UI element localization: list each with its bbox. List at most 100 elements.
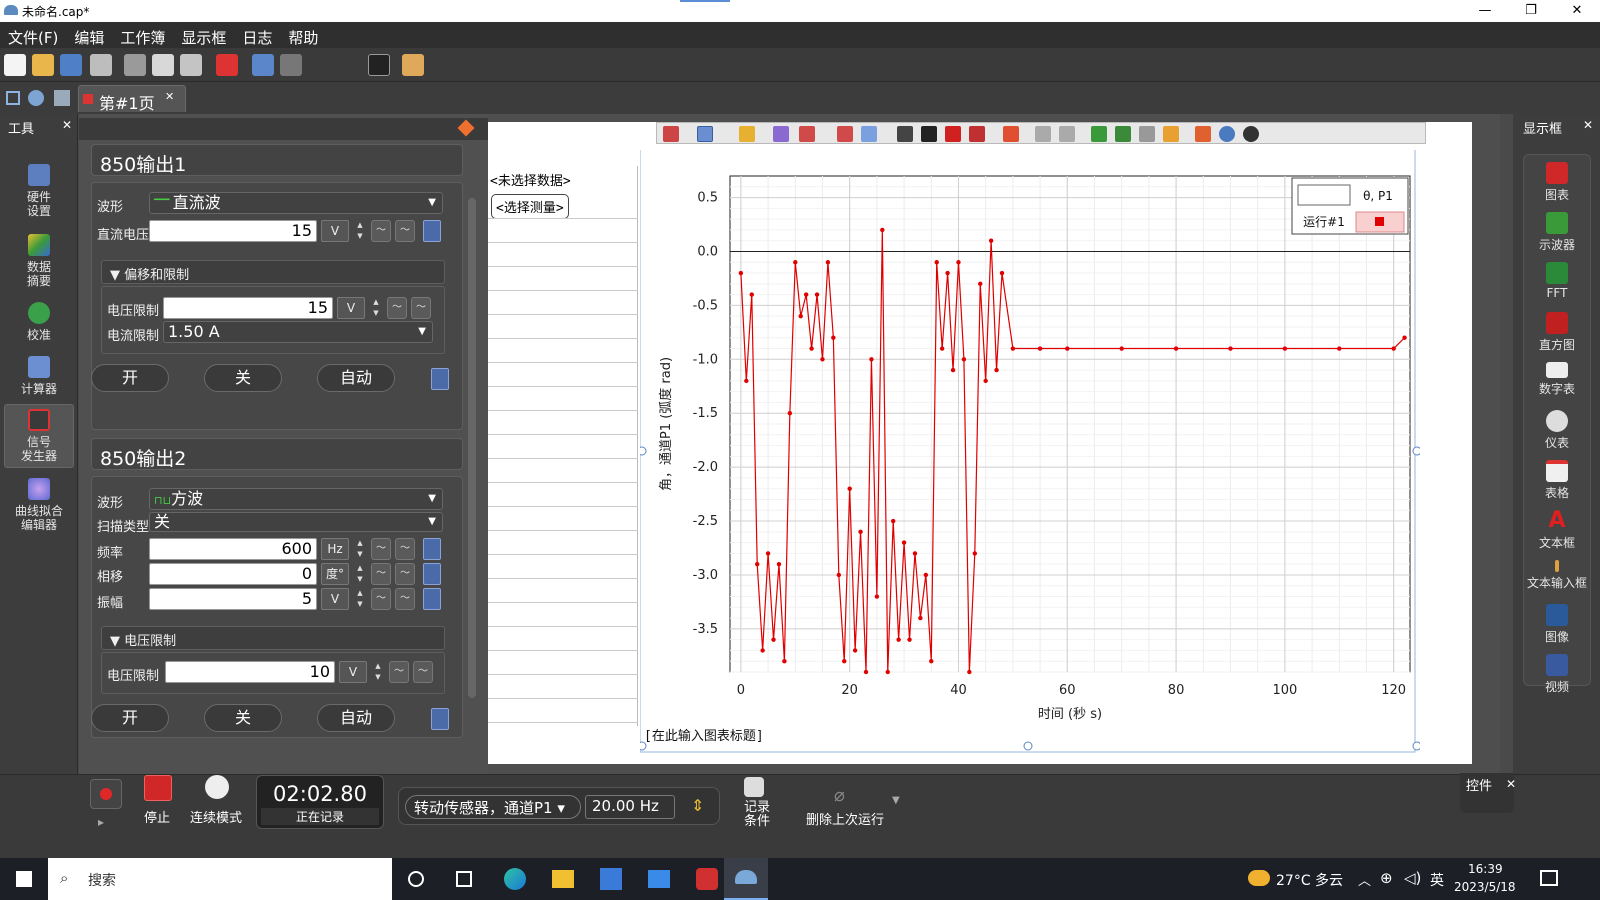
sum-icon[interactable] [799,126,815,142]
grid-icon[interactable] [54,90,70,106]
displays-close-icon[interactable]: ✕ [1583,118,1593,132]
delete-icon[interactable] [216,54,238,76]
area-icon[interactable] [837,126,853,142]
pin-icon[interactable] [457,119,475,137]
tangent-icon[interactable] [921,126,937,142]
tab-close-icon[interactable]: ✕ [165,90,174,103]
widgets-icon[interactable] [456,871,472,887]
output2-freq-dec-button[interactable]: 〜 [371,538,391,560]
output2-freq-inc-button[interactable]: 〜 [395,538,415,560]
minimize-button[interactable]: — [1462,0,1508,22]
window-icon[interactable] [6,91,20,105]
output2-freq-calc-icon[interactable] [423,538,441,560]
open-folder-icon[interactable] [32,54,54,76]
output2-vlimit-input[interactable]: 10 [165,661,335,683]
print-icon[interactable] [90,54,112,76]
start-windows-icon[interactable] [16,871,32,887]
close-window-button[interactable]: ✕ [1554,0,1600,22]
taskbar-search-box[interactable]: ⌕ 搜索 [48,858,392,900]
output2-amp-input[interactable]: 5 [149,588,317,610]
weather-text[interactable]: 27°C 多云 [1276,870,1343,890]
output2-amp-dec-button[interactable]: 〜 [371,588,391,610]
settings-gear-icon[interactable] [28,90,44,106]
display-video[interactable]: 视频 [1515,654,1599,695]
output2-phase-dec-button[interactable]: 〜 [371,563,391,585]
maximize-button[interactable]: ❐ [1508,0,1554,22]
tool-calculator[interactable]: 计算器 [4,356,74,396]
output2-amp-spinner[interactable]: ▲ ▼ [353,588,367,610]
store-icon[interactable] [600,868,622,890]
output1-waveform-select[interactable]: ▔▔ 直流波 ▼ [149,192,443,214]
output1-vlimit-inc-button[interactable]: 〜 [411,297,431,319]
scale-icon[interactable] [663,126,679,142]
mail-icon[interactable] [648,870,670,888]
sensor-select[interactable]: 转动传感器，通道P1 ▾ [405,795,581,819]
menu-workbook[interactable]: 工作簿 [112,22,173,48]
menu-file[interactable]: 文件(F) [0,22,66,48]
tool-curve-fit-editor[interactable]: 曲线拟合 编辑器 [4,478,74,532]
output1-dc-dec-button[interactable]: 〜 [371,220,391,242]
app-pin-icon[interactable] [696,868,718,890]
rate-adjust-icon[interactable]: ⇕ [691,796,713,818]
task-view-icon[interactable] [408,871,424,887]
display-fft[interactable]: FFT [1515,262,1599,300]
output2-sub-header[interactable]: ▼ 电压限制 [101,626,445,650]
output2-waveform-select[interactable]: ⊓⊔方波 ▼ [149,488,443,510]
capstone-taskbar-button[interactable] [724,858,768,900]
panel-scrollbar[interactable] [468,198,476,698]
mode-icon[interactable] [205,775,229,799]
output2-vlimit-unit[interactable]: V [339,661,367,683]
curve-fit-tool-icon[interactable] [773,126,789,142]
tool-calibrate[interactable]: 校准 [4,302,74,342]
undo-icon[interactable] [252,54,274,76]
record-conditions-label[interactable]: 记录 条件 [744,801,770,829]
tool-data-summary[interactable]: 数据 摘要 [4,234,74,288]
output2-vlimit-spinner[interactable]: ▲ ▼ [371,661,385,683]
file-explorer-icon[interactable] [552,870,574,888]
output2-amp-calc-icon[interactable] [423,588,441,610]
camera-icon[interactable] [368,54,390,76]
output1-auto-button[interactable]: 自动 [317,364,395,392]
output1-on-button[interactable]: 开 [91,364,169,392]
output2-freq-unit[interactable]: Hz [321,538,349,560]
output2-table-icon[interactable] [431,708,449,730]
output1-vlimit-dec-button[interactable]: 〜 [387,297,407,319]
volume-icon[interactable]: ◁) [1404,869,1421,887]
eye-icon[interactable] [1243,126,1259,142]
settings-icon[interactable] [1219,126,1235,142]
stop-icon[interactable] [144,775,172,801]
menu-display[interactable]: 显示框 [173,22,234,48]
output2-phase-unit[interactable]: 度° [321,563,349,585]
output1-vlimit-spinner[interactable]: ▲ ▼ [369,297,383,319]
highlight-icon[interactable] [739,126,755,142]
output2-vlimit-dec-button[interactable]: 〜 [389,661,409,683]
add-axis-icon[interactable] [1115,126,1131,142]
mode-label[interactable]: 连续模式 [190,807,242,826]
output2-phase-inc-button[interactable]: 〜 [395,563,415,585]
group-icon[interactable] [1163,126,1179,142]
expand-icon[interactable]: ▸ [98,815,114,831]
rate-input[interactable]: 20.00 Hz [585,795,675,819]
crosshair-icon[interactable] [897,126,913,142]
edge-icon[interactable] [504,868,526,890]
remove-icon[interactable] [1139,126,1155,142]
tools-close-icon[interactable]: ✕ [62,118,72,132]
output1-dc-unit[interactable]: V [321,220,349,242]
output2-off-button[interactable]: 关 [204,704,282,732]
output2-header[interactable]: 850输出2 [91,438,463,470]
output1-dc-input[interactable]: 15 [149,220,317,242]
save-icon[interactable] [60,54,82,76]
display-graph[interactable]: 图表 [1515,162,1599,203]
output2-sweep-select[interactable]: 关 ▼ [149,512,443,532]
output1-ilimit-select[interactable]: 1.50 A ▼ [163,321,433,343]
delete-run-label[interactable]: 删除上次运行 [806,809,884,828]
new-file-icon[interactable] [4,54,26,76]
output2-freq-input[interactable]: 600 [149,538,317,560]
tab-page-1[interactable]: 第#1页 ✕ [78,85,186,113]
record-options-button[interactable] [90,779,122,809]
output2-vlimit-inc-button[interactable]: 〜 [413,661,433,683]
add-plot-icon[interactable] [1091,126,1107,142]
network-icon[interactable]: ⊕ [1380,869,1393,887]
display-meter[interactable]: 仪表 [1515,410,1599,451]
menu-edit[interactable]: 编辑 [66,22,112,48]
